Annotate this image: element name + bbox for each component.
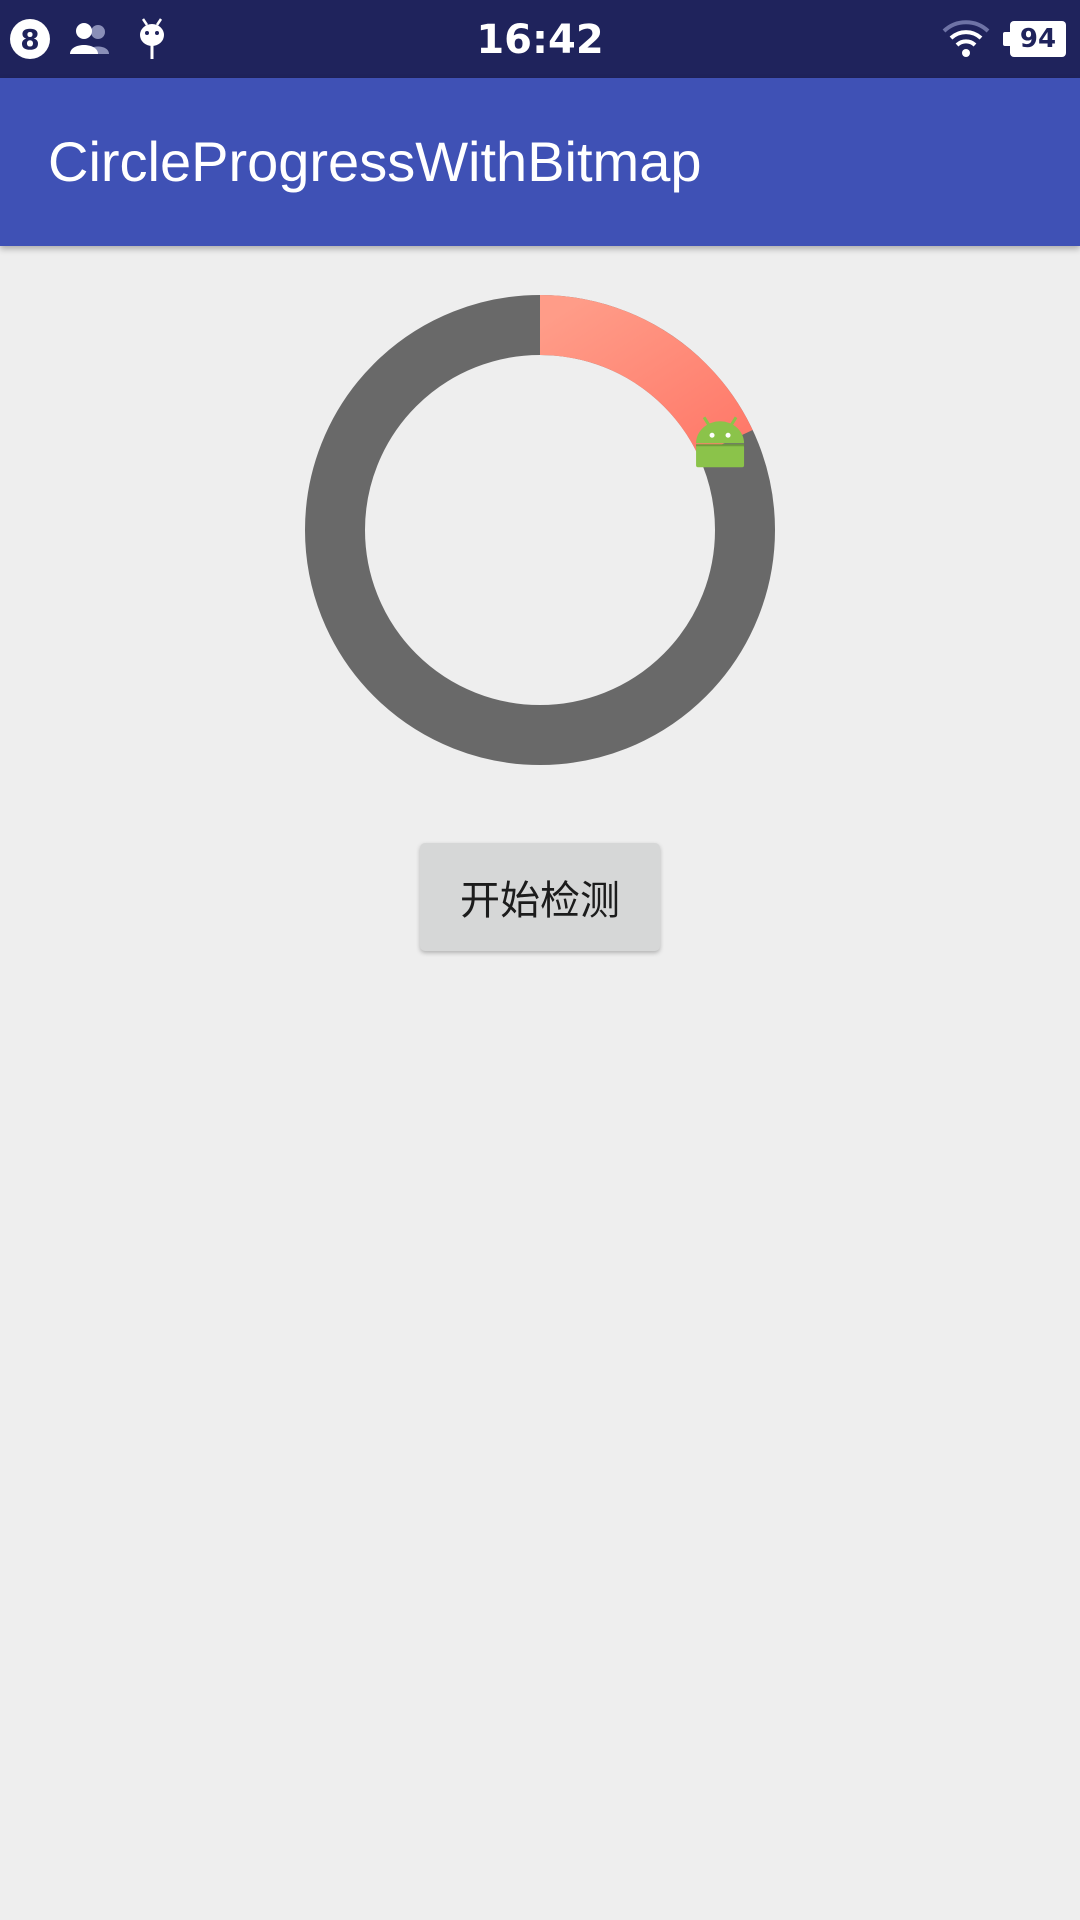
start-detection-button[interactable]: 开始检测 <box>420 843 660 951</box>
circle-progress <box>300 290 780 770</box>
status-bar-right: 94 <box>942 0 1066 78</box>
status-time: 16:42 <box>476 17 604 63</box>
status-bar: 8 16:42 94 <box>0 0 1080 78</box>
app-screen: 8 16:42 94 CircleProgressWithBitmap 开始检测 <box>0 0 1080 1920</box>
circle-progress-graphic <box>305 295 775 765</box>
progress-arc <box>539 295 753 457</box>
app-bar: CircleProgressWithBitmap <box>0 78 1080 246</box>
battery-icon: 94 <box>1003 21 1066 57</box>
app-title: CircleProgressWithBitmap <box>48 130 702 193</box>
wifi-icon <box>942 19 990 59</box>
